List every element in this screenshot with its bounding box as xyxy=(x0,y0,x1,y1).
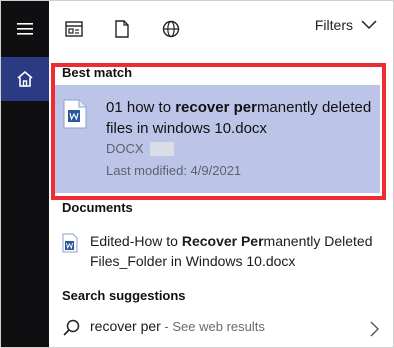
apps-filter-button[interactable] xyxy=(61,16,87,42)
documents-header: Documents xyxy=(62,200,133,215)
blurred-info xyxy=(149,141,174,156)
search-panel: Filters Best match 01 how to recover per… xyxy=(0,0,394,348)
menu-button[interactable] xyxy=(1,9,49,49)
documents-filter-button[interactable] xyxy=(109,16,135,42)
suggestion-hint: - See web results xyxy=(160,319,265,334)
doc-title-part: Edited-How to xyxy=(90,233,182,249)
best-match-result[interactable]: 01 how to recover permanently deleted fi… xyxy=(63,87,373,187)
title-match: recover per xyxy=(175,99,257,116)
home-button[interactable] xyxy=(1,57,49,101)
web-suggestion[interactable]: recover per - See web results xyxy=(62,318,382,342)
suggestion-text: recover per - See web results xyxy=(90,318,265,334)
best-match-text: 01 how to recover permanently deleted fi… xyxy=(106,97,376,139)
chevron-right-icon xyxy=(370,321,379,337)
file-type-row: DOCX xyxy=(106,141,174,156)
toolbar: Filters xyxy=(49,1,393,57)
title-part: 01 how to xyxy=(106,99,176,116)
best-match-title: 01 how to recover permanently deleted fi… xyxy=(106,97,376,139)
last-modified: Last modified: 4/9/2021 xyxy=(106,163,242,178)
doc-title-match: Recover Per xyxy=(181,233,264,249)
home-icon xyxy=(17,70,33,87)
menu-icon xyxy=(17,23,33,35)
web-filter-button[interactable] xyxy=(158,16,184,42)
document-title: Edited-How to Recover Permanently Delete… xyxy=(90,231,380,271)
word-document-icon xyxy=(63,99,87,129)
documents-icon xyxy=(115,20,129,38)
filters-label: Filters xyxy=(314,17,353,33)
file-type: DOCX xyxy=(106,141,144,156)
chevron-down-icon xyxy=(361,20,377,30)
web-icon xyxy=(162,20,180,38)
apps-icon xyxy=(65,21,83,37)
suggestion-query: recover per xyxy=(90,318,161,334)
filters-dropdown[interactable]: Filters xyxy=(315,17,377,33)
left-rail xyxy=(1,1,49,347)
search-suggestions-header: Search suggestions xyxy=(62,288,186,303)
word-document-icon xyxy=(62,233,78,253)
search-icon xyxy=(63,319,80,336)
